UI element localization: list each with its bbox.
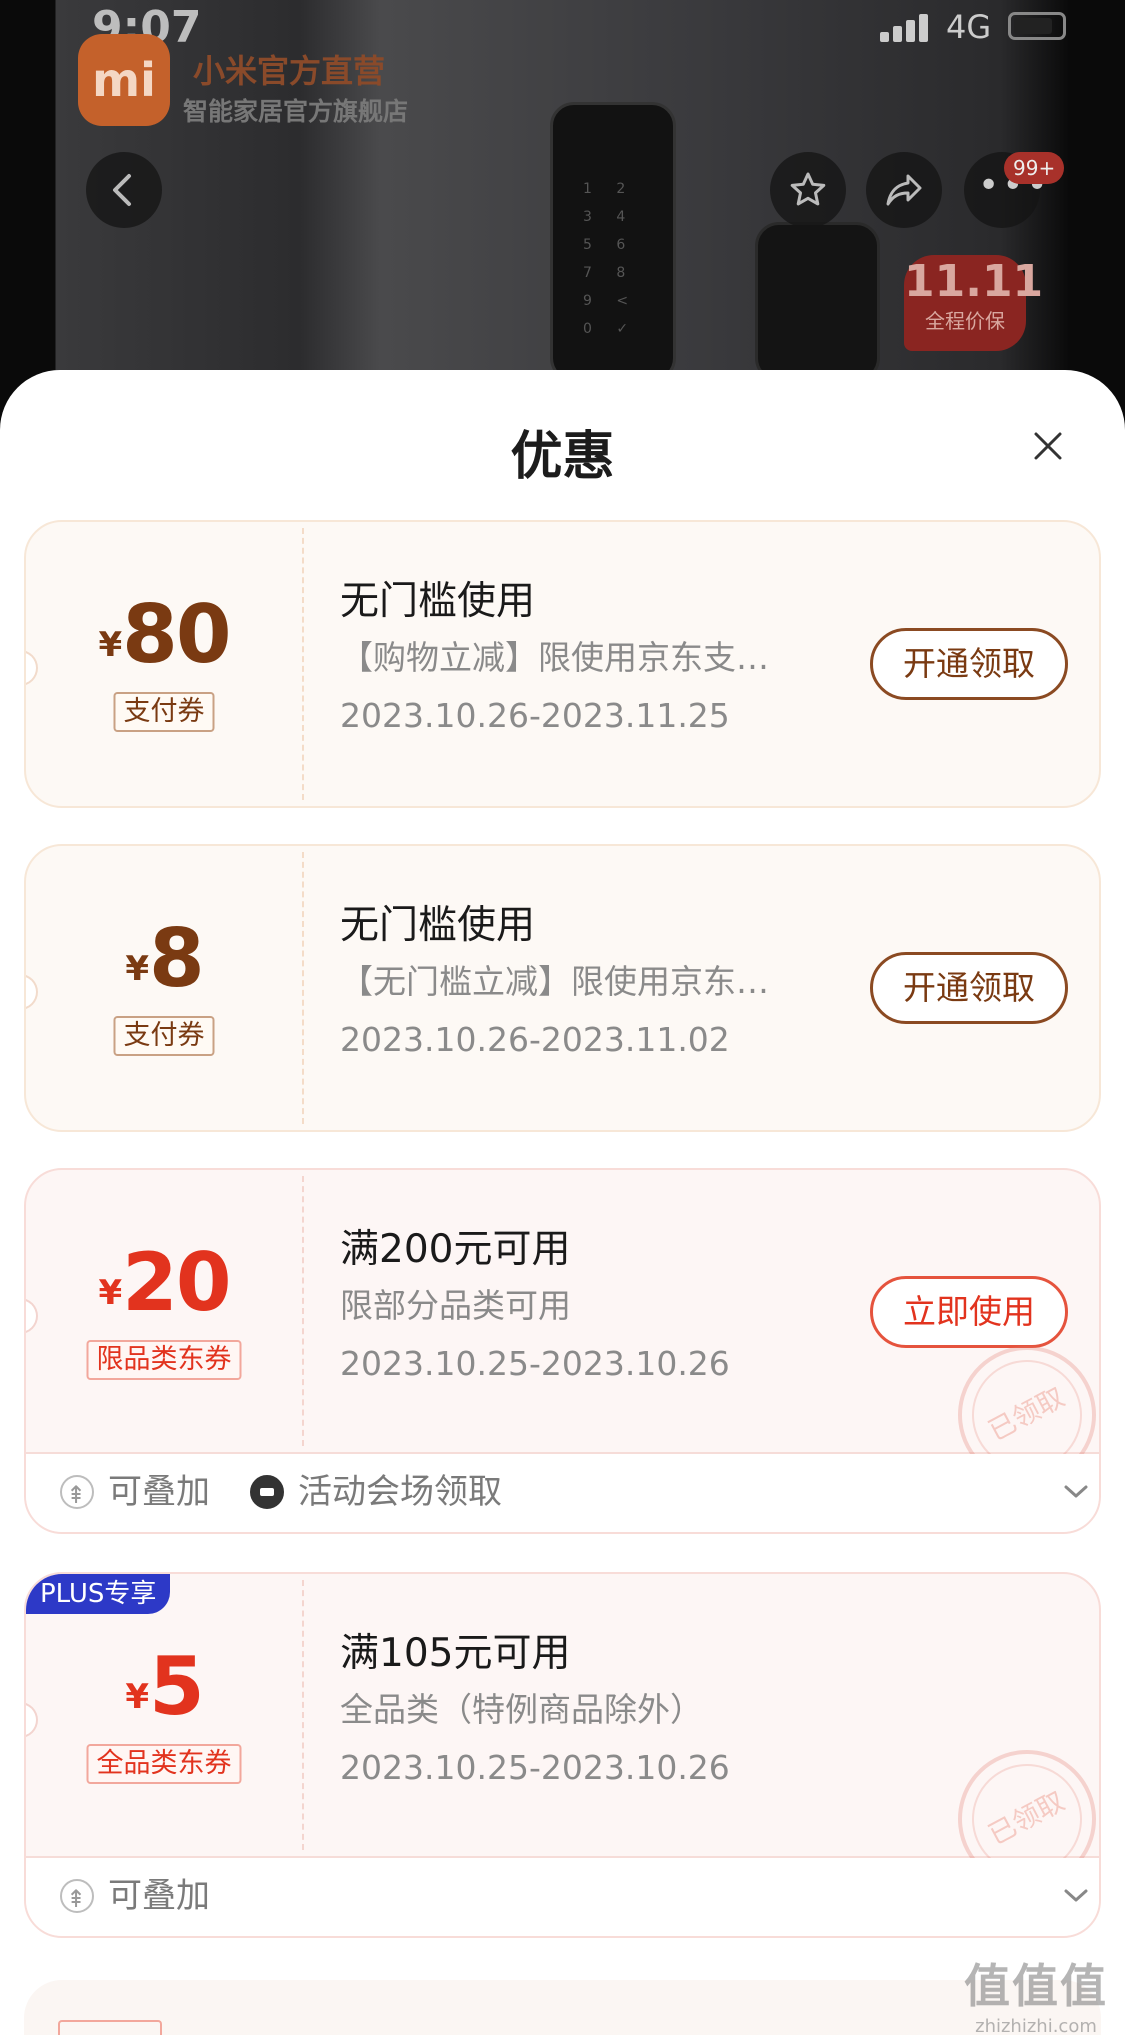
stackable-label: 可叠加 [60, 1874, 210, 1921]
product-image-secondary [755, 222, 880, 382]
coupon-description: 【购物立减】限使用京东支… [340, 638, 769, 677]
status-bar: 9:07 4G [0, 0, 1125, 53]
coupon-date-range: 2023.10.26-2023.11.25 [340, 696, 730, 735]
coupon-card-partial [24, 1980, 1101, 2035]
amount-value: 8 [149, 912, 205, 1005]
coupon-date-range: 2023.10.26-2023.11.02 [340, 1020, 730, 1059]
currency-symbol: ¥ [125, 1677, 149, 1717]
currency-symbol: ¥ [98, 1273, 123, 1313]
favorite-button[interactable] [770, 152, 846, 228]
shop-logo[interactable]: mi [78, 34, 170, 126]
coupon-date-range: 2023.10.25-2023.10.26 [340, 1344, 730, 1383]
site-watermark: 值值值 zhizhizhi.com [964, 1950, 1108, 2035]
coupon-condition: 无门槛使用 [340, 903, 536, 948]
share-icon [886, 174, 922, 206]
coupon-type-tag: 支付券 [113, 692, 215, 732]
coupon-condition: 满105元可用 [340, 1631, 571, 1676]
share-button[interactable] [866, 152, 942, 228]
amount-value: 80 [122, 588, 231, 681]
promo-1111-badge[interactable]: 11.11 全程价保 [904, 255, 1044, 351]
coupon-type-tag: 全品类东券 [86, 1744, 242, 1784]
coupon-description: 【无门槛立减】限使用京东… [340, 962, 769, 1001]
message-count-badge: 99+ [1004, 152, 1065, 184]
claim-button[interactable]: 开通领取 [870, 952, 1068, 1024]
coupon-card: ¥80 支付券 无门槛使用 【购物立减】限使用京东支… 2023.10.26-2… [24, 520, 1101, 808]
coupon-amount: ¥80 [26, 588, 302, 681]
coupon-card: ¥8 支付券 无门槛使用 【无门槛立减】限使用京东… 2023.10.26-20… [24, 844, 1101, 1132]
coupon-condition: 无门槛使用 [340, 579, 536, 624]
coupon-amount: ¥5 [26, 1640, 302, 1733]
currency-symbol: ¥ [125, 949, 149, 989]
close-button[interactable] [1030, 428, 1066, 464]
coupon-type-tag: 支付券 [113, 1016, 215, 1056]
source-label: 活动会场领取 [250, 1470, 502, 1514]
coupon-type-tag-partial [58, 2020, 162, 2035]
coupon-card: ¥20 限品类东券 满200元可用 限部分品类可用 2023.10.25-202… [24, 1168, 1101, 1534]
chevron-down-icon[interactable] [1062, 1482, 1090, 1502]
claim-button[interactable]: 开通领取 [870, 628, 1068, 700]
stack-icon [60, 1877, 94, 1921]
currency-symbol: ¥ [98, 625, 123, 665]
promo-subtitle: 全程价保 [925, 309, 1005, 333]
stackable-label: 可叠加 [60, 1470, 210, 1517]
star-icon [790, 172, 826, 206]
network-label: 4G [946, 8, 992, 46]
ticket-icon [250, 1475, 284, 1509]
coupon-amount: ¥20 [26, 1236, 302, 1329]
coupon-date-range: 2023.10.25-2023.10.26 [340, 1748, 730, 1787]
chevron-down-icon[interactable] [1062, 1886, 1090, 1906]
promo-title: 11.11 [904, 256, 1044, 307]
coupon-type-tag: 限品类东券 [86, 1340, 242, 1380]
close-icon [1034, 432, 1062, 460]
use-now-button[interactable]: 立即使用 [870, 1276, 1068, 1348]
shop-subtitle: 智能家居官方旗舰店 [183, 97, 409, 126]
back-button[interactable] [86, 152, 162, 228]
watermark-url: zhizhizhi.com [975, 2016, 1097, 2035]
coupon-condition: 满200元可用 [340, 1227, 571, 1272]
sheet-title: 优惠 [510, 427, 615, 487]
amount-value: 5 [149, 1640, 205, 1733]
product-backdrop: 9:07 4G mi 小米官方直营 智能家居官方旗舰店 1 2 3 4 5 6 … [0, 0, 1125, 420]
watermark-logo: 值值值 [964, 1959, 1108, 2013]
product-image: 1 2 3 4 5 6 7 8 9 < 0 ✓ [550, 102, 676, 382]
coupon-footer[interactable]: 可叠加 活动会场领取 [26, 1454, 1099, 1532]
coupon-amount: ¥8 [26, 912, 302, 1005]
coupon-footer[interactable]: 可叠加 [26, 1858, 1099, 1936]
stack-icon [60, 1473, 94, 1517]
shop-name[interactable]: 小米官方直营 [193, 46, 385, 92]
back-icon [113, 174, 131, 206]
coupon-description: 全品类（特例商品除外） [340, 1690, 703, 1729]
coupon-card: PLUS专享 ¥5 全品类东券 满105元可用 全品类（特例商品除外） 2023… [24, 1572, 1101, 1938]
signal-icon [880, 12, 932, 42]
battery-icon [1008, 12, 1066, 40]
amount-value: 20 [122, 1236, 231, 1329]
coupon-description: 限部分品类可用 [340, 1286, 571, 1325]
coupon-sheet: 优惠 ¥80 支付券 无门槛使用 【购物立减】限使用京东支… 2023.10.2… [0, 370, 1125, 2035]
